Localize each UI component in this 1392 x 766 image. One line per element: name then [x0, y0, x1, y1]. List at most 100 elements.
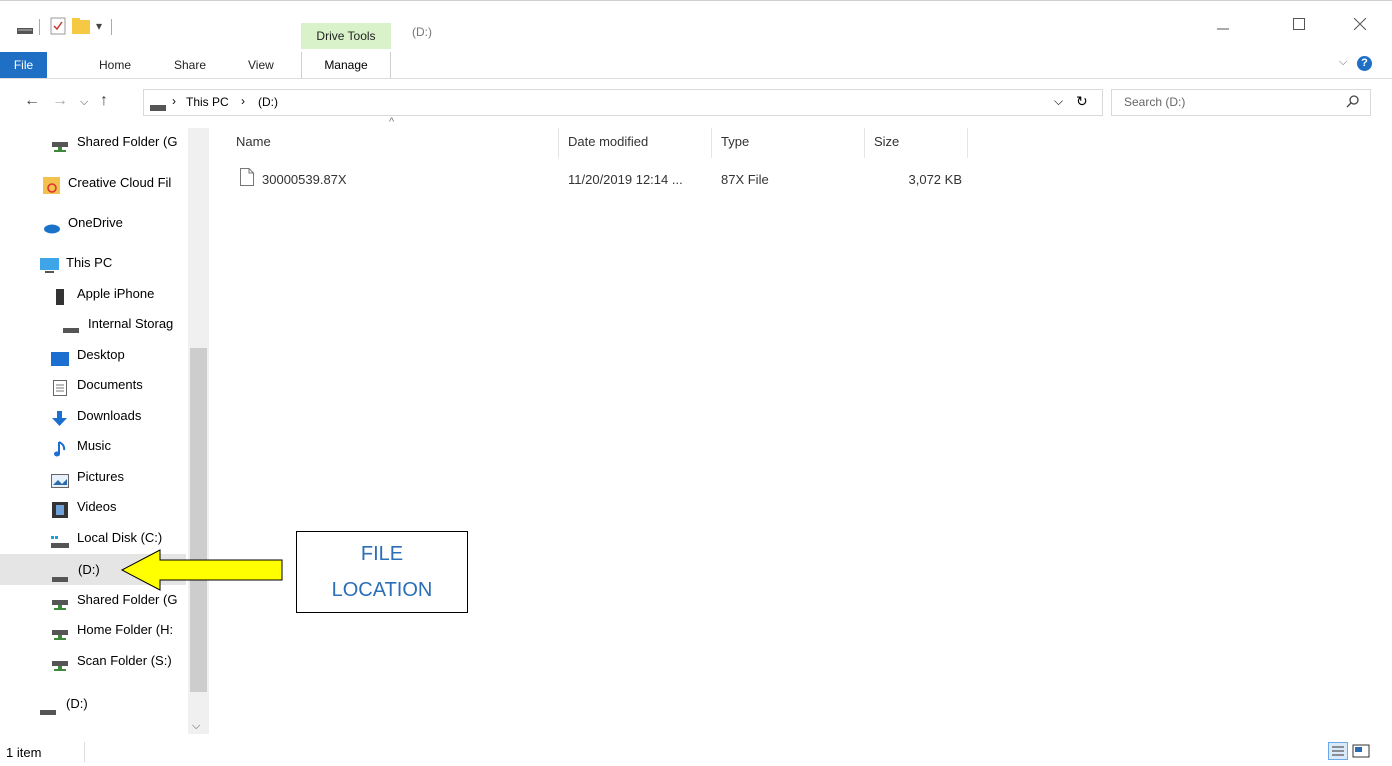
nav-item-pictures[interactable]: Pictures — [0, 463, 186, 491]
tab-manage[interactable]: Manage — [301, 52, 391, 79]
minimize-icon[interactable] — [1203, 17, 1243, 39]
nav-item-label: (D:) — [78, 562, 100, 577]
nav-item-label: Scan Folder (S:) — [77, 653, 172, 668]
phone-icon — [55, 287, 71, 305]
nav-item-this-pc[interactable]: This PC — [0, 249, 186, 277]
drive-icon — [150, 99, 166, 114]
nav-item-d-drive-root[interactable]: (D:) — [0, 690, 186, 718]
tab-view[interactable]: View — [248, 52, 274, 78]
column-header-name[interactable]: Name — [236, 134, 271, 149]
drive-icon — [52, 564, 68, 582]
nav-item-creative-cloud[interactable]: Creative Cloud Fil — [0, 169, 186, 197]
nav-item-label: Creative Cloud Fil — [68, 175, 172, 190]
refresh-icon[interactable]: ↻ — [1076, 93, 1088, 110]
file-date-modified: 11/20/2019 12:14 ... — [568, 172, 683, 187]
search-icon[interactable] — [1346, 94, 1360, 111]
pictures-icon — [51, 470, 69, 488]
nav-item-documents[interactable]: Documents — [0, 371, 186, 399]
nav-item-label: Apple iPhone — [77, 286, 155, 301]
properties-icon[interactable] — [50, 17, 66, 38]
nav-item-downloads[interactable]: Downloads — [0, 402, 186, 430]
search-input[interactable]: Search (D:) — [1111, 89, 1371, 116]
help-icon[interactable]: ? — [1357, 56, 1372, 71]
nav-item-apple-iphone[interactable]: Apple iPhone — [0, 280, 186, 308]
network-drive-icon — [52, 135, 68, 152]
nav-item-label: Videos — [77, 499, 117, 514]
nav-item-home-folder-h[interactable]: Home Folder (H: — [0, 616, 186, 644]
network-drive-icon — [52, 623, 68, 640]
nav-scrollbar-thumb[interactable] — [190, 348, 207, 692]
drive-icon — [40, 699, 56, 715]
maximize-icon[interactable] — [1279, 17, 1319, 39]
breadcrumb-d-drive[interactable]: (D:) — [258, 95, 278, 109]
details-view-icon[interactable] — [1328, 742, 1348, 760]
callout-line-1: FILE — [360, 543, 404, 565]
nav-item-label: Shared Folder (G — [77, 134, 178, 149]
breadcrumb-separator-icon: › — [241, 94, 245, 108]
creative-cloud-icon — [43, 176, 60, 194]
videos-icon — [52, 500, 68, 518]
file-size: 3,072 KB — [908, 172, 963, 187]
column-divider — [711, 128, 712, 158]
breadcrumb-this-pc[interactable]: This PC — [186, 95, 229, 109]
forward-arrow-icon[interactable]: → — [52, 92, 68, 110]
column-divider — [967, 128, 968, 158]
column-divider — [558, 128, 559, 158]
tab-share[interactable]: Share — [174, 52, 206, 78]
drive-tools-context-tab: Drive Tools — [301, 23, 391, 49]
nav-item-onedrive[interactable]: OneDrive — [0, 209, 186, 237]
downloads-icon — [51, 409, 67, 426]
callout-line-2: LOCATION — [331, 579, 433, 601]
back-arrow-icon[interactable]: ← — [24, 92, 40, 110]
address-bar[interactable]: › This PC › (D:) ⌵ ↻ — [143, 89, 1103, 116]
network-drive-icon — [52, 654, 68, 671]
title-bar: ▾ Drive Tools (D:) — [0, 0, 1392, 53]
file-name[interactable]: 30000539.87X — [262, 172, 347, 187]
window-title: (D:) — [412, 25, 432, 39]
nav-item-desktop[interactable]: Desktop — [0, 341, 186, 369]
nav-item-shared-folder-g[interactable]: Shared Folder (G — [0, 128, 186, 156]
nav-item-label: Documents — [77, 377, 143, 392]
search-placeholder: Search (D:) — [1124, 95, 1186, 109]
column-divider — [864, 128, 865, 158]
separator — [111, 19, 112, 35]
status-bar: 1 item — [0, 738, 1392, 766]
nav-item-internal-storage[interactable]: Internal Storag — [0, 310, 186, 338]
nav-item-label: Music — [77, 438, 111, 453]
address-dropdown-icon[interactable]: ⌵ — [1054, 94, 1063, 109]
new-folder-icon[interactable] — [72, 18, 90, 37]
up-arrow-icon[interactable]: ↑ — [100, 92, 108, 110]
nav-item-label: Internal Storag — [88, 316, 174, 331]
nav-item-label: Home Folder (H: — [77, 622, 174, 637]
scroll-down-icon[interactable]: ⌵ — [192, 720, 200, 733]
file-type: 87X File — [721, 172, 769, 187]
file-location-callout: FILE LOCATION — [296, 531, 468, 613]
file-icon — [240, 168, 254, 189]
column-header-size[interactable]: Size — [874, 134, 899, 149]
nav-item-label: Downloads — [77, 408, 142, 423]
ribbon-divider — [0, 78, 1392, 79]
recent-locations-icon[interactable]: ⌵ — [80, 96, 88, 109]
navigation-pane: Shared Folder (G ^ Creative Cloud Fil On… — [0, 128, 210, 734]
nav-item-music[interactable]: Music — [0, 432, 186, 460]
nav-item-videos[interactable]: Videos — [0, 493, 186, 521]
tab-home[interactable]: Home — [99, 52, 131, 78]
nav-item-label: This PC — [66, 255, 113, 270]
nav-item-scan-folder-s[interactable]: Scan Folder (S:) — [0, 647, 186, 675]
expand-ribbon-icon[interactable]: ⌵ — [1339, 56, 1347, 69]
nav-item-label: Pictures — [77, 469, 124, 484]
breadcrumb-separator-icon: › — [172, 94, 176, 108]
network-drive-icon — [52, 593, 68, 610]
onedrive-icon — [43, 216, 60, 234]
separator — [39, 19, 40, 35]
customize-toolbar-icon[interactable]: ▾ — [96, 19, 102, 33]
tab-file[interactable]: File — [0, 52, 47, 78]
column-header-date-modified[interactable]: Date modified — [568, 134, 648, 149]
close-icon[interactable] — [1340, 17, 1380, 39]
large-icons-view-icon[interactable] — [1352, 743, 1370, 762]
annotation-arrow-icon — [120, 549, 283, 591]
nav-item-label: Desktop — [77, 347, 125, 362]
column-header-type[interactable]: Type — [721, 134, 749, 149]
nav-item-label: OneDrive — [68, 215, 123, 230]
separator — [84, 742, 85, 762]
